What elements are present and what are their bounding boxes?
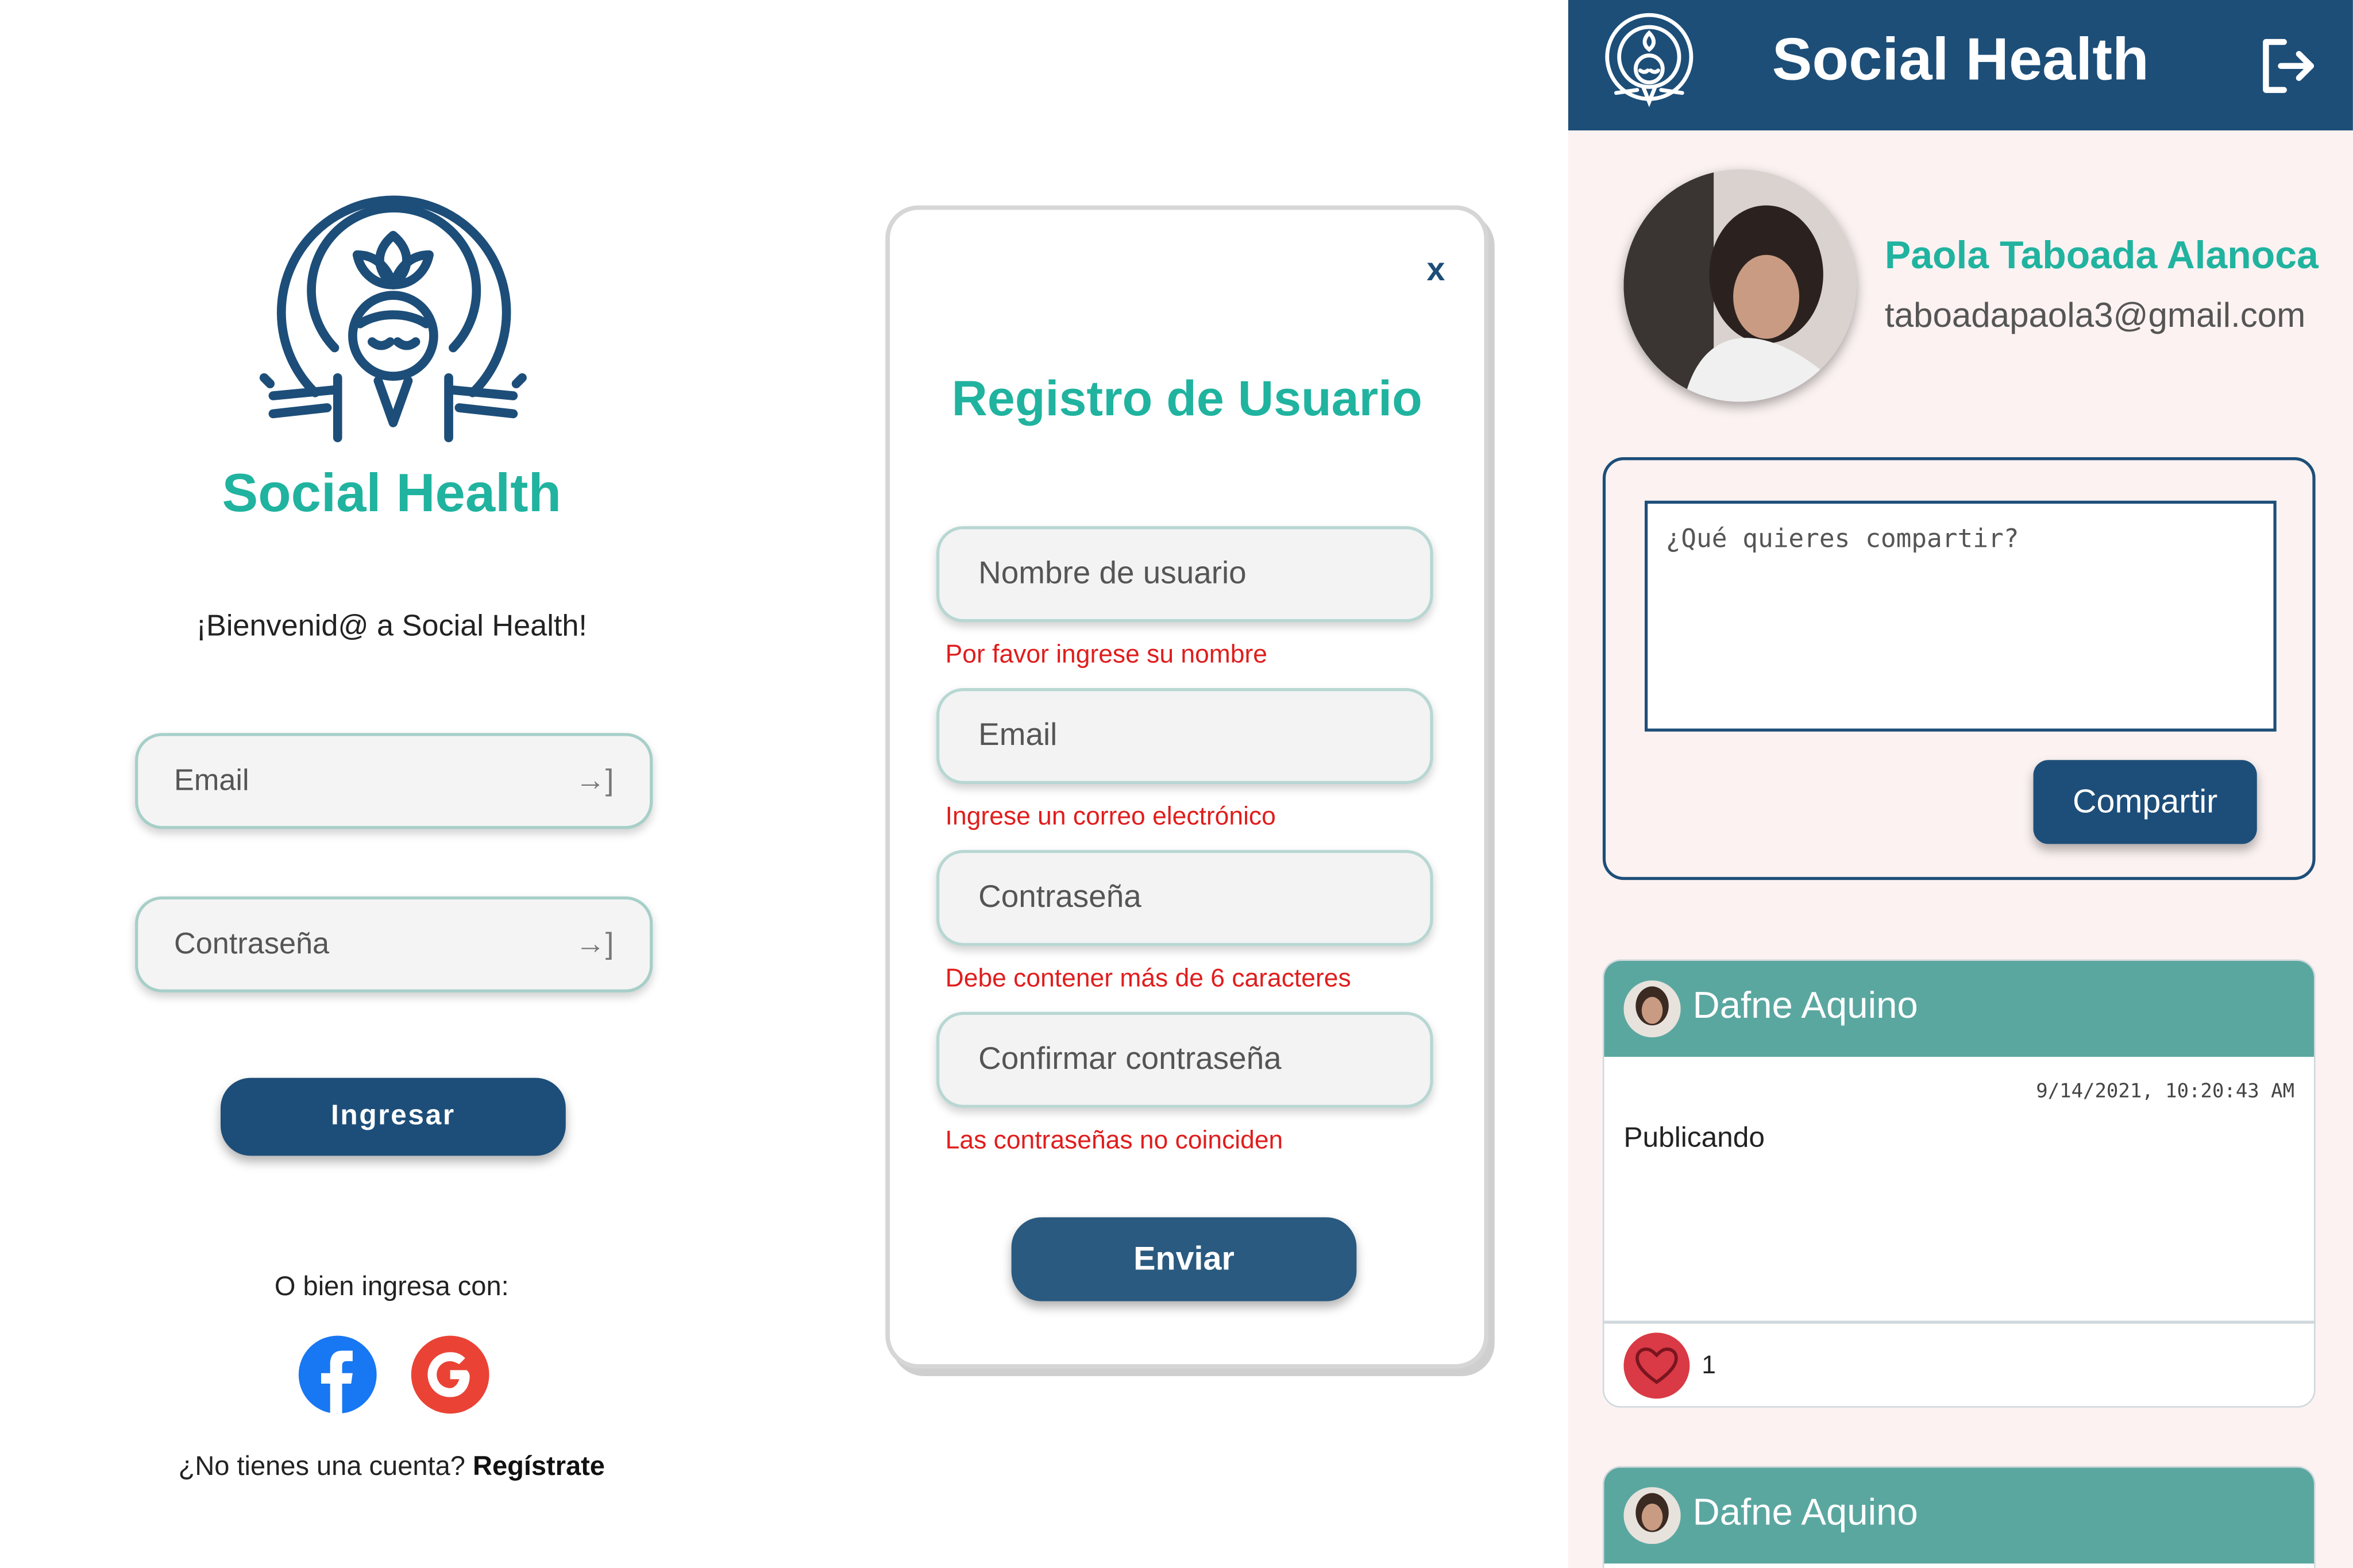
post-author: Dafne Aquino xyxy=(1692,1491,1918,1534)
post-card: Dafne Aquino xyxy=(1602,1466,2316,1568)
close-button[interactable]: x xyxy=(1427,250,1445,289)
profile-name: Paola Taboada Alanoca xyxy=(1884,232,2319,277)
username-input[interactable]: Nombre de usuario xyxy=(936,526,1433,623)
app-title: Social Health xyxy=(222,461,562,523)
post-header: Dafne Aquino xyxy=(1604,961,2315,1057)
signup-link[interactable]: Regístrate xyxy=(473,1451,605,1481)
welcome-message: ¡Bienvenid@ a Social Health! xyxy=(196,610,587,643)
post-header: Dafne Aquino xyxy=(1604,1467,2315,1564)
username-error: Por favor ingrese su nombre xyxy=(945,640,1268,669)
email-input[interactable]: Email xyxy=(936,688,1433,785)
google-icon[interactable] xyxy=(410,1334,491,1415)
post-author-avatar xyxy=(1623,1487,1681,1544)
author-photo-icon xyxy=(1623,1487,1681,1544)
post-author-avatar xyxy=(1623,980,1681,1038)
like-count: 1 xyxy=(1702,1350,1716,1380)
no-account-text: ¿No tienes una cuenta? xyxy=(178,1451,465,1481)
submit-button[interactable]: Enviar xyxy=(1011,1217,1357,1301)
profile-email: taboadapaola3@gmail.com xyxy=(1884,295,2306,335)
confirm-password-error: Las contraseñas no coinciden xyxy=(945,1126,1283,1154)
email-input[interactable]: Email →] xyxy=(135,733,653,829)
email-placeholder: Email xyxy=(174,764,249,798)
app-title: Social Health xyxy=(1772,26,2149,93)
modal-title: Registro de Usuario xyxy=(951,370,1422,426)
author-photo-icon xyxy=(1623,980,1681,1038)
login-panel: Social Health ¡Bienvenid@ a Social Healt… xyxy=(0,0,785,1568)
like-button[interactable] xyxy=(1623,1333,1690,1399)
register-panel: x Registro de Usuario Nombre de usuario … xyxy=(783,0,1567,1568)
share-card: ¿Qué quieres compartir? Compartir xyxy=(1602,457,2316,880)
login-button[interactable]: Ingresar xyxy=(220,1077,566,1156)
password-input[interactable]: Contraseña →] xyxy=(135,896,653,992)
share-button[interactable]: Compartir xyxy=(2033,760,2257,844)
share-textarea[interactable]: ¿Qué quieres compartir? xyxy=(1644,500,2277,732)
heart-icon xyxy=(1635,1347,1678,1384)
password-input[interactable]: Contraseña xyxy=(936,849,1433,946)
top-bar: Social Health xyxy=(1568,0,2353,131)
post-timestamp: 9/14/2021, 10:20:43 AM xyxy=(2036,1080,2295,1103)
logout-icon[interactable] xyxy=(2254,33,2320,99)
enter-icon: →] xyxy=(575,928,614,961)
confirm-password-input[interactable]: Confirmar contraseña xyxy=(936,1011,1433,1108)
post-footer: 1 xyxy=(1604,1320,2315,1407)
password-placeholder: Contraseña xyxy=(174,928,330,961)
register-modal: x Registro de Usuario Nombre de usuario … xyxy=(885,205,1489,1369)
profile-avatar xyxy=(1623,169,1857,402)
signup-prompt: ¿No tienes una cuenta? Regístrate xyxy=(0,1451,784,1482)
profile-photo-icon xyxy=(1623,169,1857,402)
social-health-logo-icon xyxy=(259,195,527,442)
post-content: Publicando xyxy=(1623,1122,1765,1154)
facebook-icon[interactable] xyxy=(297,1334,378,1415)
post-author: Dafne Aquino xyxy=(1692,984,1918,1027)
feed-panel: Social Health Paola Taboada Alanoca tabo… xyxy=(1568,0,2353,1568)
post-card: Dafne Aquino 9/14/2021, 10:20:43 AM Publ… xyxy=(1602,959,2316,1408)
email-error: Ingrese un correo electrónico xyxy=(945,802,1276,831)
alt-login-label: O bien ingresa con: xyxy=(274,1271,509,1301)
enter-icon: →] xyxy=(575,764,614,798)
password-error: Debe contener más de 6 caracteres xyxy=(945,964,1351,992)
